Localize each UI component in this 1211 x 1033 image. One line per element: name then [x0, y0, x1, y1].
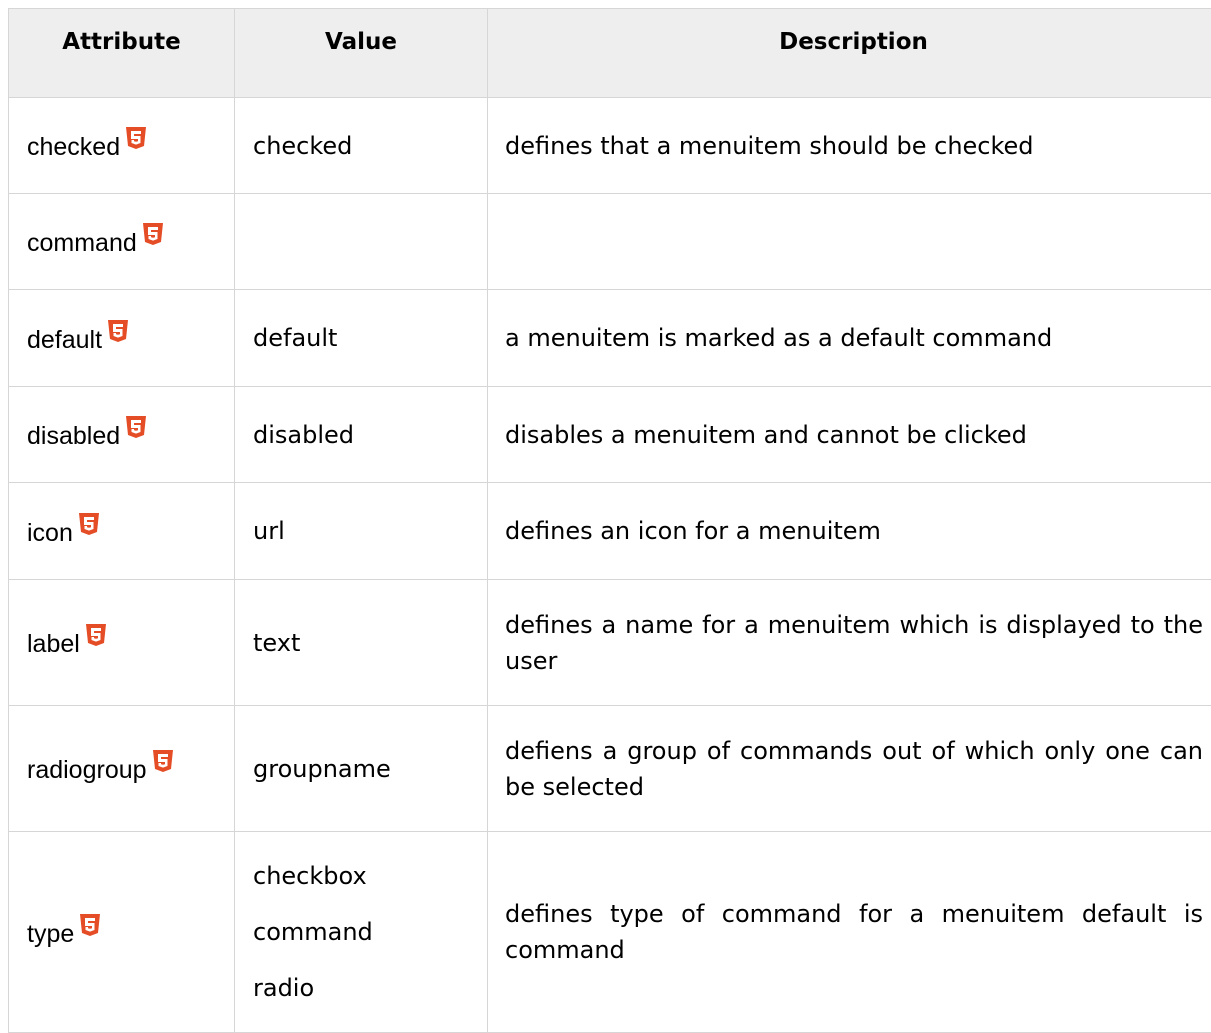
table-row: checked checked defines that a menuitem … [9, 98, 1211, 194]
table-row: label text defines a name for a menuitem… [9, 580, 1211, 706]
html5-icon [125, 126, 147, 150]
description-cell: disables a menuitem and cannot be clicke… [488, 387, 1211, 483]
attribute-name: disabled [27, 422, 120, 450]
description-cell [488, 194, 1211, 290]
attribute-name: default [27, 326, 102, 354]
attribute-cell: label [9, 580, 235, 706]
description-cell: defines type of command for a menuitem d… [488, 832, 1211, 1033]
description-cell: defiens a group of commands out of which… [488, 706, 1211, 832]
header-attribute: Attribute [9, 9, 235, 98]
attribute-cell: disabled [9, 387, 235, 483]
value-cell: disabled [235, 387, 488, 483]
table-row: disabled disabled disables a menuitem an… [9, 387, 1211, 483]
html5-icon [79, 913, 101, 937]
value-cell: checked [235, 98, 488, 194]
attribute-cell: type [9, 832, 235, 1033]
value-cell [235, 194, 488, 290]
html5-icon [142, 222, 164, 246]
attribute-name: checked [27, 133, 120, 161]
attribute-name: type [27, 920, 74, 948]
table-row: type checkbox command radio defines type… [9, 832, 1211, 1033]
value-cell: groupname [235, 706, 488, 832]
description-cell: defines that a menuitem should be checke… [488, 98, 1211, 194]
attribute-cell: radiogroup [9, 706, 235, 832]
description-cell: defines an icon for a menuitem [488, 483, 1211, 580]
value-option: radio [253, 960, 477, 1016]
header-value: Value [235, 9, 488, 98]
table-row: default default a menuitem is marked as … [9, 290, 1211, 387]
description-cell: defines a name for a menuitem which is d… [488, 580, 1211, 706]
html5-icon [152, 749, 174, 773]
table-row: command [9, 194, 1211, 290]
attribute-name: icon [27, 519, 73, 547]
attribute-cell: default [9, 290, 235, 387]
attribute-name: label [27, 630, 80, 658]
value-cell: text [235, 580, 488, 706]
value-option: checkbox [253, 848, 477, 904]
header-description: Description [488, 9, 1211, 98]
attribute-name: command [27, 229, 137, 257]
description-cell: a menuitem is marked as a default comman… [488, 290, 1211, 387]
attribute-cell: icon [9, 483, 235, 580]
value-cell: checkbox command radio [235, 832, 488, 1033]
attribute-cell: checked [9, 98, 235, 194]
value-cell: default [235, 290, 488, 387]
attribute-cell: command [9, 194, 235, 290]
table-row: radiogroup groupname defiens a group of … [9, 706, 1211, 832]
table-row: icon url defines an icon for a menuitem [9, 483, 1211, 580]
attribute-name: radiogroup [27, 756, 147, 784]
table-header-row: Attribute Value Description [9, 9, 1211, 98]
value-option: command [253, 904, 477, 960]
html5-icon [78, 512, 100, 536]
html5-icon [107, 319, 129, 343]
value-cell: url [235, 483, 488, 580]
html5-icon [125, 415, 147, 439]
html5-icon [85, 623, 107, 647]
attributes-table: Attribute Value Description checked chec… [8, 8, 1211, 1033]
